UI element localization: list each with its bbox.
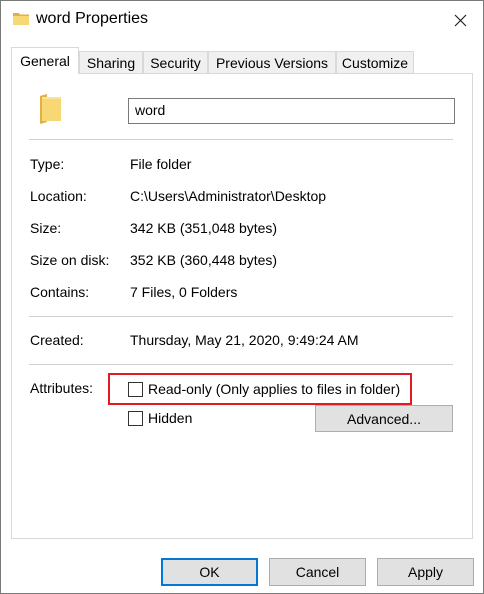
created-value: Thursday, May 21, 2020, 9:49:24 AM (130, 332, 359, 348)
hidden-label: Hidden (148, 410, 193, 426)
hidden-checkbox-row[interactable]: Hidden (128, 410, 192, 426)
properties-dialog: word Properties General Sharing Security… (0, 0, 484, 594)
contains-value: 7 Files, 0 Folders (130, 284, 238, 300)
advanced-button[interactable]: Advanced... (315, 405, 453, 432)
attributes-label: Attributes: (30, 380, 94, 396)
tab-previous-versions[interactable]: Previous Versions (208, 51, 336, 73)
tab-sharing[interactable]: Sharing (79, 51, 143, 73)
readonly-checkbox-row[interactable]: Read-only (Only applies to files in fold… (128, 381, 400, 397)
close-button[interactable] (437, 1, 483, 39)
tab-general[interactable]: General (11, 47, 79, 74)
separator (29, 364, 453, 365)
readonly-label: Read-only (Only applies to files in fold… (148, 381, 401, 397)
apply-button[interactable]: Apply (377, 558, 474, 586)
ok-button[interactable]: OK (161, 558, 258, 586)
tab-security[interactable]: Security (143, 51, 208, 73)
size-label: Size: (30, 220, 62, 236)
cancel-button[interactable]: Cancel (269, 558, 366, 586)
created-label: Created: (30, 332, 84, 348)
size-value: 342 KB (351,048 bytes) (130, 220, 278, 236)
size-on-disk-label: Size on disk: (30, 252, 110, 268)
title-bar: word Properties (1, 1, 483, 39)
separator (29, 316, 453, 317)
contains-label: Contains: (30, 284, 90, 300)
general-panel (11, 73, 473, 539)
folder-name-input[interactable]: word (128, 98, 455, 124)
location-value: C:\Users\Administrator\Desktop (130, 188, 327, 204)
hidden-checkbox[interactable] (128, 410, 143, 426)
folder-icon (37, 93, 63, 125)
folder-icon (13, 11, 29, 25)
close-icon (454, 14, 466, 26)
readonly-checkbox[interactable] (128, 381, 143, 397)
size-on-disk-value: 352 KB (360,448 bytes) (130, 252, 278, 268)
tab-customize[interactable]: Customize (336, 51, 414, 73)
type-label: Type: (30, 156, 65, 172)
window-title: word Properties (36, 10, 149, 27)
type-value: File folder (130, 156, 192, 172)
location-label: Location: (30, 188, 87, 204)
separator (29, 139, 453, 140)
